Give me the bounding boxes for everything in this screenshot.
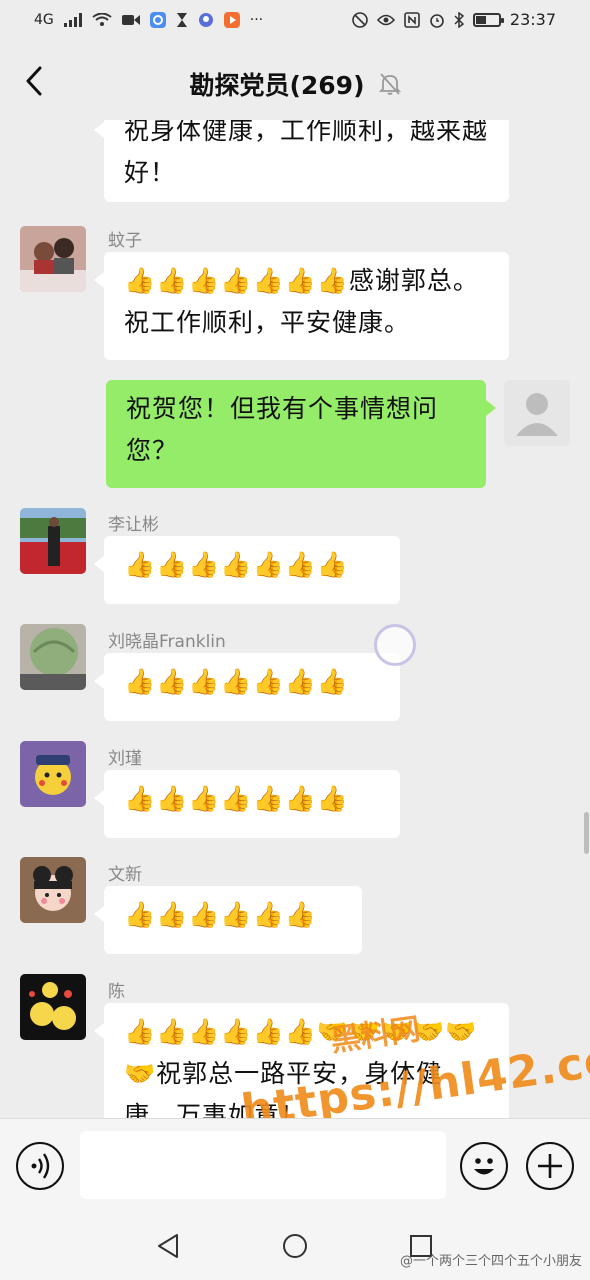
avatar[interactable] [20,624,86,690]
message-bubble[interactable]: 👍👍👍👍👍👍 [94,886,362,954]
sender-name: 刘晓晶Franklin [108,632,226,652]
avatar[interactable] [20,974,86,1040]
mute-icon [352,12,368,28]
avatar[interactable] [20,508,86,574]
sender-name: 李让彬 [108,515,159,535]
video-icon [121,15,140,25]
nav-home-icon[interactable] [281,1232,309,1260]
status-bar: 4G ··· 23:37 [0,0,590,42]
avatar[interactable] [20,857,86,923]
message-bubble[interactable]: 👍👍👍👍👍👍👍 [94,536,400,604]
voice-input-button[interactable] [16,1142,64,1190]
clock-time: 23:37 [509,10,556,29]
system-nav-bar [0,1212,590,1280]
emoji-button[interactable] [460,1142,508,1190]
smiley-icon [474,1158,494,1175]
battery-icon [472,13,504,27]
app-astronaut-icon [198,13,213,27]
sender-name: 文新 [108,865,142,885]
voice-icon [31,1153,50,1179]
sender-name: 刘瑾 [108,749,142,769]
alarm-icon [430,14,444,28]
wifi-icon [92,13,112,26]
message-bubble[interactable]: 祝身体健康，工作顺利，越来越好！ [94,120,509,202]
my-message-bubble[interactable]: 祝贺您！但我有个事情想问您？ [106,380,496,488]
message-bubble[interactable]: 👍👍👍👍👍👍👍 [94,653,400,721]
weibo-watermark: @一个两个三个四个五个小朋友 [399,1254,582,1269]
app-q-icon [149,12,166,28]
floating-assistive-button[interactable] [374,624,416,666]
message-input[interactable] [80,1131,446,1199]
nfc-icon [404,12,420,28]
input-bar [0,1118,590,1212]
eye-icon [376,14,395,26]
chat-header: 勘探党员(269) [0,42,590,120]
nav-back-icon[interactable] [155,1232,183,1260]
plus-icon [538,1154,562,1178]
message-list[interactable]: 祝身体健康，工作顺利，越来越好！ 蚊子 👍👍👍👍👍👍👍感谢郭总。祝工作顺利，平安… [0,120,590,1118]
avatar[interactable] [20,741,86,807]
more-icon: ··· [249,12,264,28]
network-label: 4G [34,12,54,28]
message-bubble[interactable]: 👍👍👍👍👍👍👍感谢郭总。祝工作顺利，平安健康。 [94,252,509,360]
my-avatar[interactable] [504,380,570,446]
muted-bell-icon [378,73,401,95]
scroll-indicator[interactable] [584,812,589,854]
sender-name: 蚊子 [108,231,142,251]
app-play-icon [223,12,240,28]
avatar[interactable] [20,226,86,292]
message-bubble[interactable]: 👍👍👍👍👍👍👍 [94,770,400,838]
chat-title: 勘探党员(269) [189,71,365,100]
hourglass-icon [176,13,187,27]
more-actions-button[interactable] [526,1142,574,1190]
sender-name: 陈 [108,982,125,1002]
bluetooth-icon [454,12,464,28]
signal-icon [63,13,82,27]
